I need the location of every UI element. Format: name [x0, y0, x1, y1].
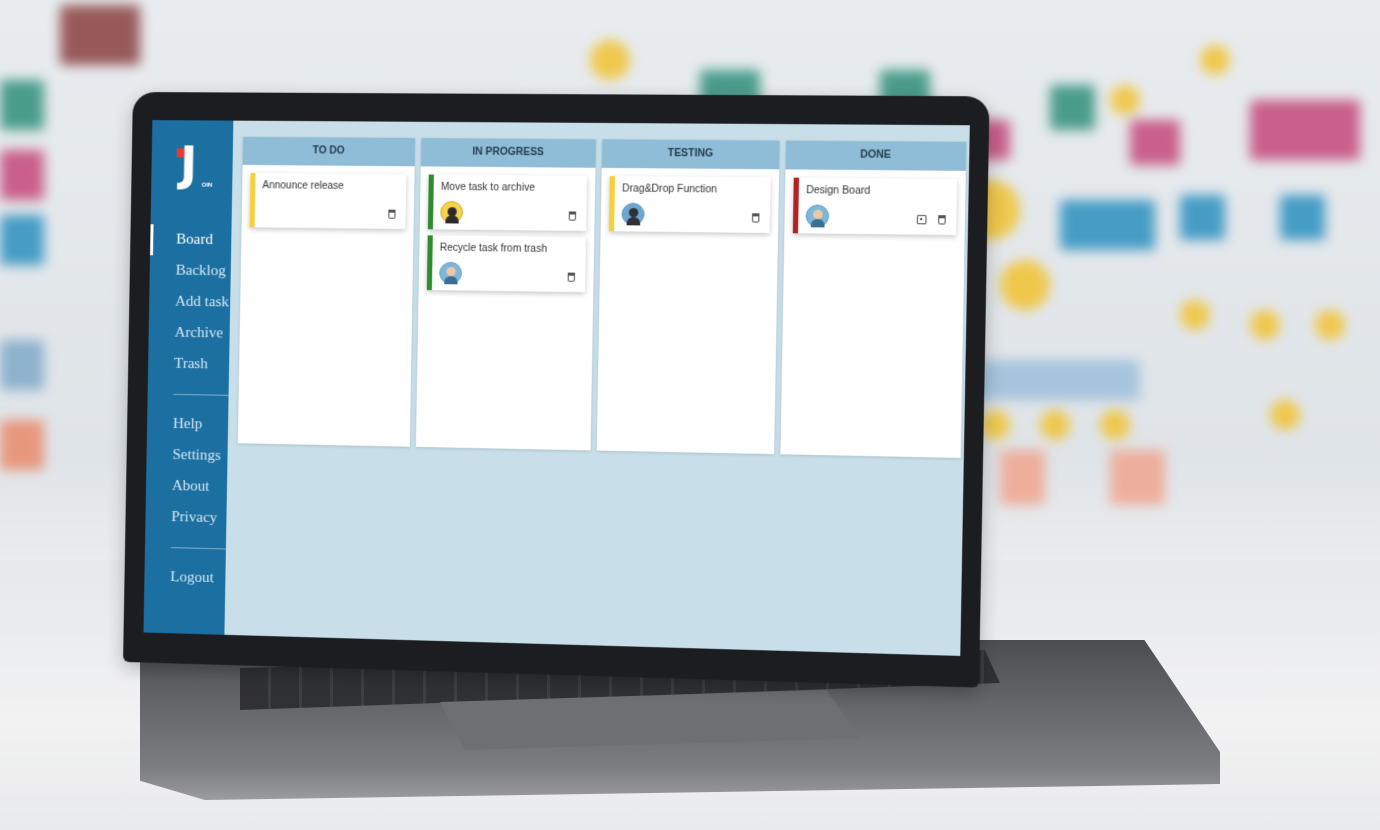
sidebar-item-help[interactable]: Help — [147, 408, 229, 441]
trash-icon[interactable] — [568, 273, 575, 282]
user-avatar — [806, 205, 830, 228]
priority-stripe — [250, 173, 256, 227]
sidebar-item-backlog[interactable]: Backlog — [149, 255, 231, 287]
column-title: DONE — [786, 141, 967, 171]
sidebar-item-board[interactable]: Board — [150, 224, 232, 256]
column-testing[interactable]: TESTING Drag&Drop Function — [597, 139, 780, 454]
user-avatar — [621, 203, 644, 226]
trash-icon[interactable] — [388, 210, 395, 219]
sidebar-divider — [174, 394, 229, 396]
task-card[interactable]: Announce release — [250, 173, 407, 229]
task-card[interactable]: Recycle task from trash — [427, 235, 586, 292]
priority-stripe — [427, 235, 433, 290]
sidebar-item-trash[interactable]: Trash — [148, 348, 230, 380]
column-title: TESTING — [602, 139, 780, 169]
priority-stripe — [609, 176, 615, 231]
logo-letter: J — [180, 136, 198, 190]
task-title: Drag&Drop Function — [622, 183, 762, 196]
column-todo[interactable]: TO DO Announce release — [238, 137, 415, 447]
user-avatar — [440, 201, 463, 224]
column-body: Move task to archive Recycle task from t… — [419, 166, 596, 292]
priority-stripe — [793, 178, 799, 234]
column-body: Drag&Drop Function — [601, 168, 780, 233]
user-avatar — [439, 262, 462, 285]
task-title: Recycle task from trash — [440, 243, 578, 256]
trash-icon[interactable] — [752, 213, 760, 222]
sidebar: J OIN Board Backlog Add task Archive Tra… — [143, 120, 233, 635]
laptop-screen: J OIN Board Backlog Add task Archive Tra… — [143, 120, 969, 656]
column-title: IN PROGRESS — [421, 138, 596, 168]
sidebar-divider — [171, 547, 226, 549]
trash-icon[interactable] — [938, 215, 946, 224]
priority-stripe — [428, 175, 434, 230]
column-in-progress[interactable]: IN PROGRESS Move task to archive Recycle… — [416, 138, 596, 450]
column-done[interactable]: DONE Design Board — [780, 141, 966, 458]
sidebar-item-add-task[interactable]: Add task — [149, 286, 231, 318]
column-body: Announce release — [242, 165, 415, 229]
column-title: TO DO — [243, 137, 416, 167]
kanban-board: TO DO Announce release IN PROGRESS Move … — [224, 121, 969, 656]
sidebar-item-privacy[interactable]: Privacy — [145, 501, 226, 534]
sidebar-item-about[interactable]: About — [146, 470, 227, 503]
logout-button[interactable]: Logout — [144, 561, 225, 594]
task-title: Announce release — [262, 180, 398, 192]
task-card[interactable]: Move task to archive — [428, 175, 587, 231]
trash-icon[interactable] — [569, 211, 576, 220]
task-card[interactable]: Design Board — [793, 178, 957, 235]
archive-icon[interactable] — [917, 215, 927, 224]
laptop-lid: J OIN Board Backlog Add task Archive Tra… — [123, 92, 990, 688]
logo-subtext: OIN — [202, 183, 213, 189]
task-title: Move task to archive — [441, 182, 579, 194]
task-title: Design Board — [806, 185, 948, 198]
column-body: Design Board — [784, 169, 965, 235]
task-card[interactable]: Drag&Drop Function — [609, 176, 771, 233]
sidebar-item-settings[interactable]: Settings — [146, 439, 228, 472]
join-logo[interactable]: J OIN — [171, 142, 212, 196]
sidebar-item-archive[interactable]: Archive — [148, 317, 230, 349]
